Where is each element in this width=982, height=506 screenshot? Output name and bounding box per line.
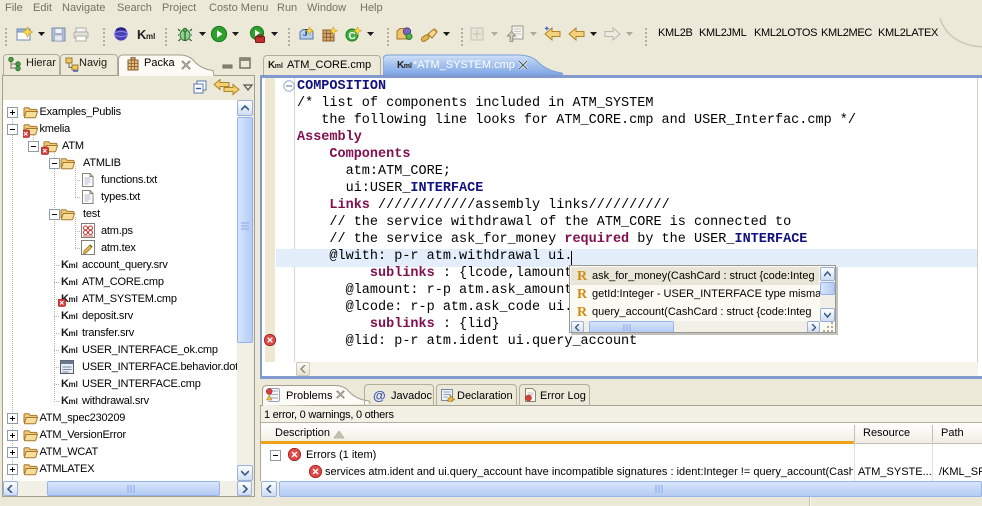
svg-text:J: J bbox=[303, 28, 308, 39]
svg-text:ml: ml bbox=[146, 32, 155, 41]
svg-text:C: C bbox=[349, 31, 356, 42]
